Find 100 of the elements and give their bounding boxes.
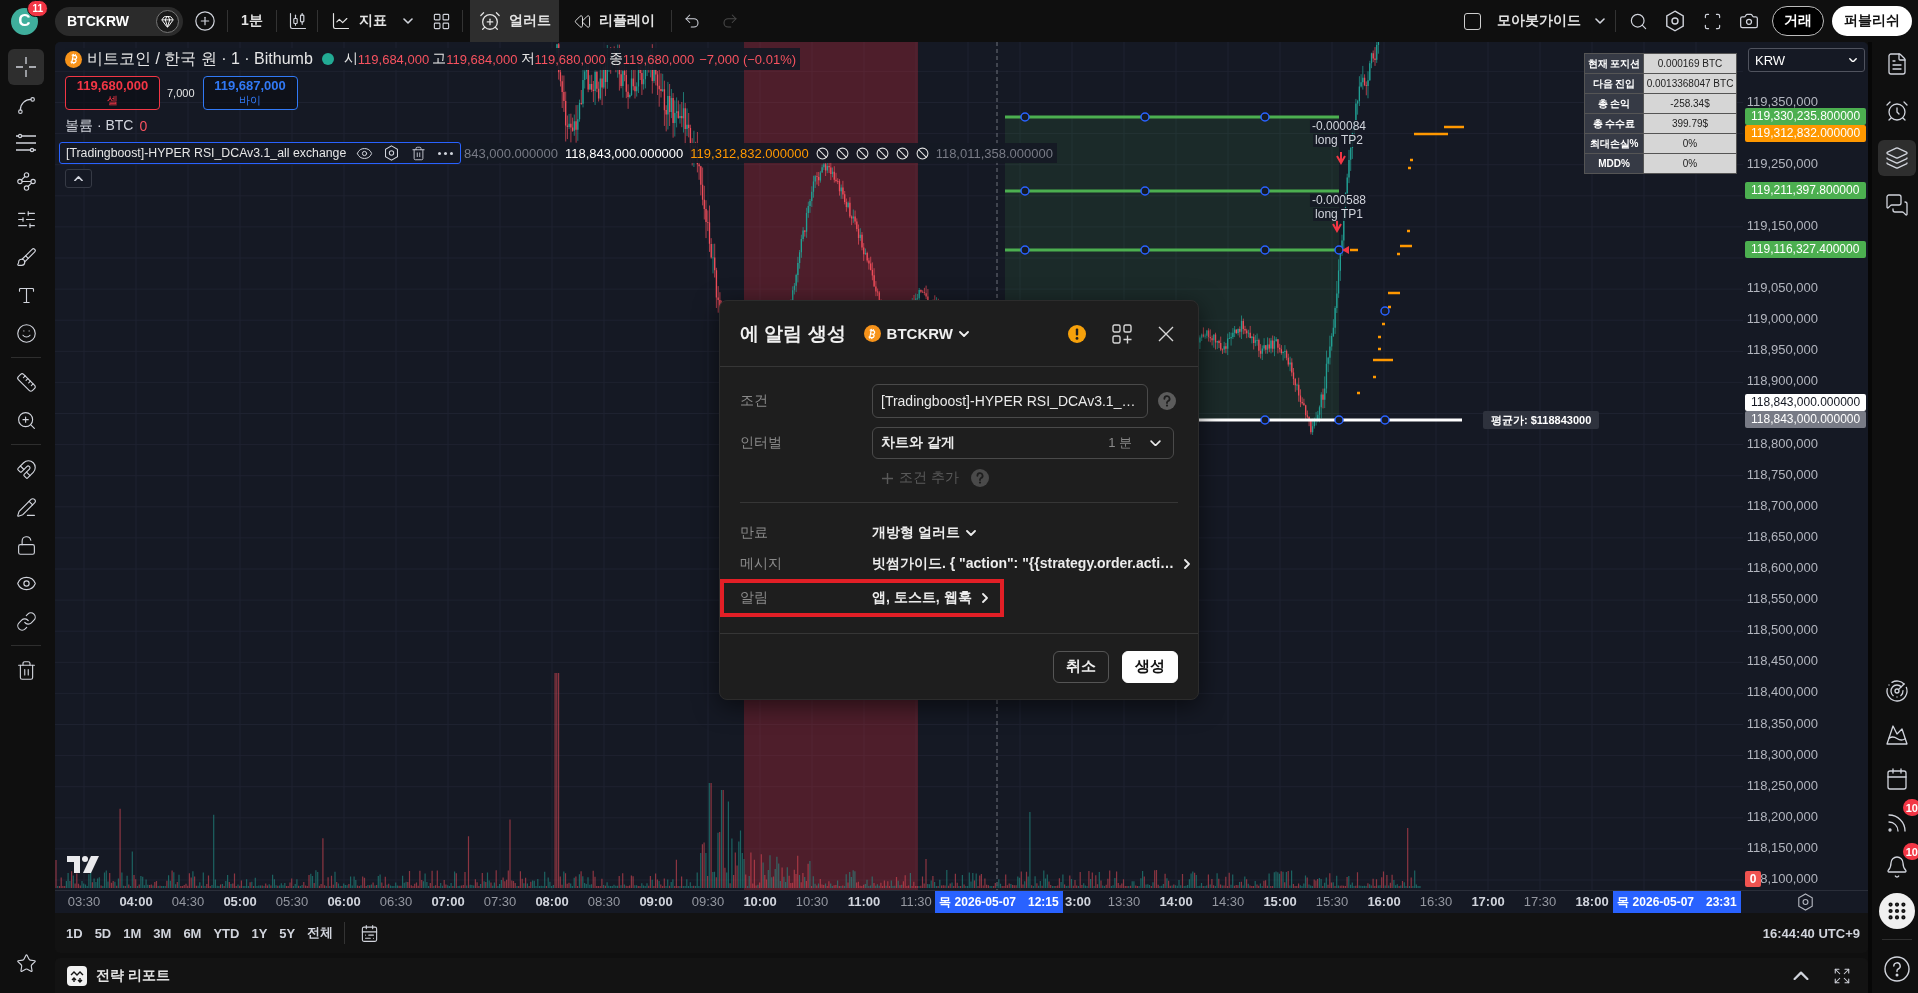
publish-button[interactable]: 퍼블리쉬 <box>1832 6 1912 36</box>
chevron-down-icon <box>402 18 413 24</box>
time-tick: 13:30 <box>1107 894 1141 909</box>
sliders-icon <box>15 208 37 230</box>
alert-button[interactable]: 얼러트 <box>469 0 559 42</box>
indicators-button[interactable]: 지표 <box>321 0 395 42</box>
time-tick: 15:30 <box>1315 894 1349 909</box>
price-tick: 118,750,000 <box>1746 467 1818 481</box>
price-tick: 8,100,000 <box>1760 872 1818 885</box>
layers-icon <box>1885 146 1909 170</box>
price-tick: 119,150,000 <box>1746 218 1818 232</box>
range-button[interactable]: YTD <box>208 920 245 946</box>
time-tick: 09:30 <box>691 894 725 909</box>
price-tick: 118,550,000 <box>1746 592 1818 606</box>
sidebar-button[interactable] <box>1878 140 1916 176</box>
calendar-icon <box>1885 767 1909 791</box>
time-tick: 08:00 <box>535 894 569 909</box>
price-label: 119,211,397.800000 <box>1745 181 1866 199</box>
range-button[interactable]: 1M <box>118 920 147 946</box>
time-tick: 10:00 <box>743 894 777 909</box>
date-text: 목 2026-05-07 <box>939 893 1016 911</box>
price-tick: 118,950,000 <box>1746 343 1818 357</box>
search-icon <box>1628 11 1648 31</box>
trend-line-icon <box>15 94 37 116</box>
price-tick: 118,500,000 <box>1746 623 1818 637</box>
range-button[interactable]: 5Y <box>274 920 301 946</box>
price-tick: 118,650,000 <box>1746 529 1818 543</box>
camera-icon <box>1739 11 1759 31</box>
time-tick: 14:30 <box>1211 894 1245 909</box>
price-tick: 119,350,000 <box>1746 94 1818 108</box>
time-tick: 11:00 <box>847 894 881 909</box>
time-tick: 05:00 <box>223 894 257 909</box>
time-tick: 11:30 <box>900 894 932 909</box>
price-label: 119,330,235.800000 <box>1745 107 1866 125</box>
pattern-icon <box>15 170 37 192</box>
notification-badge: 10 <box>1902 843 1918 860</box>
time-tick: 14:00 <box>1159 894 1193 909</box>
layout-button[interactable]: 모아봇가이드 <box>1460 5 1585 37</box>
grid-icon <box>432 11 452 31</box>
apps-button[interactable] <box>1879 893 1915 929</box>
radar-icon <box>1885 679 1909 703</box>
trade-button[interactable]: 거래 <box>1772 6 1824 36</box>
mountain-icon <box>1885 723 1909 747</box>
range-button[interactable]: 5D <box>89 920 117 946</box>
trash-icon <box>15 659 37 681</box>
redo-icon <box>720 12 739 30</box>
ruler-icon <box>15 371 37 393</box>
replay-button[interactable]: 리플레이 <box>564 0 663 42</box>
clock-text: 16:44:40 UTC+9 <box>1762 925 1860 941</box>
price-tick: 119,250,000 <box>1746 156 1818 170</box>
range-button[interactable]: 3M <box>148 920 177 946</box>
currency-select[interactable]: KRW <box>1748 48 1865 72</box>
chevron-down-icon <box>1849 57 1857 63</box>
time-tick: 08:30 <box>587 894 621 909</box>
time-tick: 06:30 <box>379 894 413 909</box>
price-tick: 118,450,000 <box>1746 654 1818 668</box>
chat-icon <box>1885 193 1909 217</box>
strategy-icon <box>67 965 87 986</box>
link-icon <box>15 610 37 632</box>
zoom-in-icon <box>15 409 37 431</box>
undo-icon <box>682 12 701 30</box>
symbol-search[interactable]: BTCKRW <box>55 6 183 36</box>
price-tick: 118,600,000 <box>1746 561 1818 574</box>
time-tick: 03:30 <box>67 894 101 909</box>
parallel-lines-icon <box>15 133 37 153</box>
price-tick: 118,900,000 <box>1746 374 1818 388</box>
star-icon <box>15 952 37 974</box>
drawing-tool-button[interactable] <box>8 49 44 85</box>
fullscreen-icon <box>1702 11 1722 31</box>
time-tick: 09:00 <box>639 894 673 909</box>
time-tick: 15:00 <box>1263 894 1297 909</box>
range-button[interactable]: 전체 <box>302 920 339 946</box>
price-label: 119,116,327.400000 <box>1745 240 1866 258</box>
chevron-down-icon <box>1595 18 1605 24</box>
price-tick: 118,400,000 <box>1746 685 1818 699</box>
chevron-up-icon <box>1793 970 1809 981</box>
time-tick: 17:00 <box>1471 894 1505 909</box>
interval-button[interactable]: 1분 <box>234 5 270 37</box>
time-tick: 04:00 <box>119 894 153 909</box>
price-label: 118,843,000.000000 <box>1745 393 1866 411</box>
time-tick: 04:30 <box>171 894 205 909</box>
time-tick: 05:30 <box>275 894 309 909</box>
padlock-icon <box>15 534 37 556</box>
document-icon <box>1885 52 1909 76</box>
time-tick: 16:30 <box>1419 894 1453 909</box>
settings-icon <box>1797 893 1814 911</box>
range-button[interactable]: 1Y <box>246 920 273 946</box>
range-button[interactable]: 6M <box>178 920 207 946</box>
chart-line-icon <box>330 11 351 31</box>
time-tick: 18:00 <box>1575 894 1609 909</box>
price-tick: 118,150,000 <box>1746 840 1818 854</box>
checkbox[interactable] <box>1464 12 1481 30</box>
price-tick: 118,200,000 <box>1746 809 1818 823</box>
time-text: 23:31 <box>1706 895 1737 909</box>
range-button[interactable]: 1D <box>61 920 88 946</box>
panel-title: 전략 리포트 <box>96 966 170 985</box>
date-text: 목 2026-05-07 <box>1617 893 1694 911</box>
apps-icon <box>1886 900 1908 922</box>
crosshair-icon <box>15 56 37 78</box>
price-tick: 118,350,000 <box>1746 716 1818 730</box>
